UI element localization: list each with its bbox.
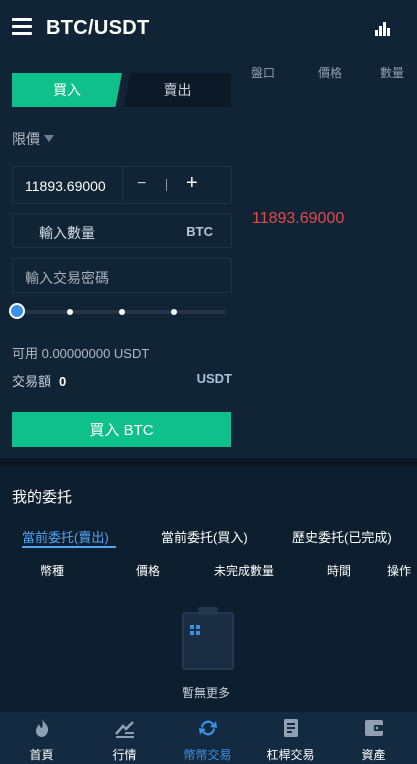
active-tab-indicator bbox=[22, 546, 116, 548]
wallet-icon bbox=[363, 718, 385, 738]
column-coin: 幣種 bbox=[40, 564, 65, 578]
orderbook-header-amount: 數量 bbox=[380, 66, 405, 80]
my-orders-title: 我的委托 bbox=[12, 489, 73, 506]
trade-amount-unit: USDT bbox=[196, 371, 232, 386]
buy-btc-button[interactable]: 買入 BTC bbox=[12, 412, 231, 447]
trade-amount-label: 交易額 bbox=[12, 374, 52, 389]
nav-item-spot-trading[interactable]: 幣幣交易 bbox=[166, 712, 249, 764]
quantity-input[interactable]: 輸入數量 BTC bbox=[12, 213, 232, 248]
bottom-nav: 首頁 行情 幣幣交易 杠桿交易 資產 bbox=[0, 712, 417, 764]
nav-item-assets[interactable]: 資產 bbox=[332, 712, 415, 764]
column-price: 價格 bbox=[136, 564, 161, 578]
column-time: 時間 bbox=[327, 564, 352, 578]
slider-step-50[interactable] bbox=[119, 309, 125, 315]
column-action: 操作 bbox=[387, 564, 412, 578]
flame-icon bbox=[31, 718, 53, 738]
tab-buy[interactable]: 買入 bbox=[12, 73, 122, 107]
orderbook-header-price: 價格 bbox=[318, 66, 343, 80]
empty-clipboard-icon bbox=[182, 606, 234, 670]
nav-label-home: 首頁 bbox=[29, 748, 54, 762]
exchange-refresh-icon bbox=[197, 718, 219, 738]
slider-handle[interactable] bbox=[9, 303, 25, 319]
quantity-unit: BTC bbox=[186, 224, 213, 239]
nav-label-spot-trading: 幣幣交易 bbox=[183, 748, 232, 762]
nav-item-home[interactable]: 首頁 bbox=[0, 712, 83, 764]
slider-step-25[interactable] bbox=[67, 309, 73, 315]
bar-chart-icon[interactable] bbox=[374, 22, 392, 36]
empty-state-text: 暫無更多 bbox=[182, 686, 231, 700]
nav-label-market: 行情 bbox=[112, 748, 137, 762]
nav-label-assets: 資產 bbox=[361, 748, 386, 762]
caret-down-icon bbox=[44, 135, 54, 142]
tab-current-buy-orders[interactable]: 當前委托(買入) bbox=[161, 527, 248, 546]
tab-history-orders[interactable]: 歷史委托(已完成) bbox=[292, 527, 392, 546]
slider-step-75[interactable] bbox=[171, 309, 177, 315]
leverage-document-icon bbox=[280, 718, 302, 738]
hamburger-menu-icon[interactable] bbox=[12, 18, 32, 35]
top-bar: BTC/USDT bbox=[0, 0, 417, 58]
price-separator bbox=[122, 167, 123, 203]
trade-amount-value: 0 bbox=[59, 374, 67, 389]
nav-item-market[interactable]: 行情 bbox=[83, 712, 166, 764]
price-plus-button[interactable]: + bbox=[186, 172, 198, 195]
column-unfilled-amount: 未完成數量 bbox=[214, 564, 275, 578]
price-value[interactable]: 11893.69000 bbox=[25, 178, 106, 194]
market-chart-icon bbox=[114, 718, 136, 738]
quantity-placeholder: 輸入數量 bbox=[39, 225, 95, 241]
available-balance: 可用 0.00000000 USDT bbox=[12, 346, 150, 361]
trade-amount-row: 交易額 0 USDT bbox=[12, 371, 232, 390]
tab-current-sell-orders[interactable]: 當前委托(賣出) bbox=[22, 527, 109, 546]
orderbook-header-depth: 盤口 bbox=[251, 66, 276, 80]
price-input[interactable]: 11893.69000 − + bbox=[12, 166, 232, 204]
orderbook-panel bbox=[245, 58, 417, 458]
tab-sell[interactable]: 賣出 bbox=[124, 73, 231, 107]
page-title: BTC/USDT bbox=[46, 17, 150, 39]
price-minus-button[interactable]: − bbox=[137, 175, 146, 193]
stepper-divider bbox=[166, 179, 167, 191]
password-input[interactable]: 輸入交易密碼 bbox=[12, 258, 232, 293]
nav-label-leverage-trading: 杠桿交易 bbox=[266, 748, 315, 762]
order-type-label: 限價 bbox=[12, 131, 40, 147]
order-type-select[interactable]: 限價 bbox=[12, 129, 54, 149]
nav-item-leverage-trading[interactable]: 杠桿交易 bbox=[249, 712, 332, 764]
last-price: 11893.69000 bbox=[252, 210, 345, 227]
password-placeholder: 輸入交易密碼 bbox=[25, 270, 109, 286]
section-divider bbox=[0, 458, 417, 466]
